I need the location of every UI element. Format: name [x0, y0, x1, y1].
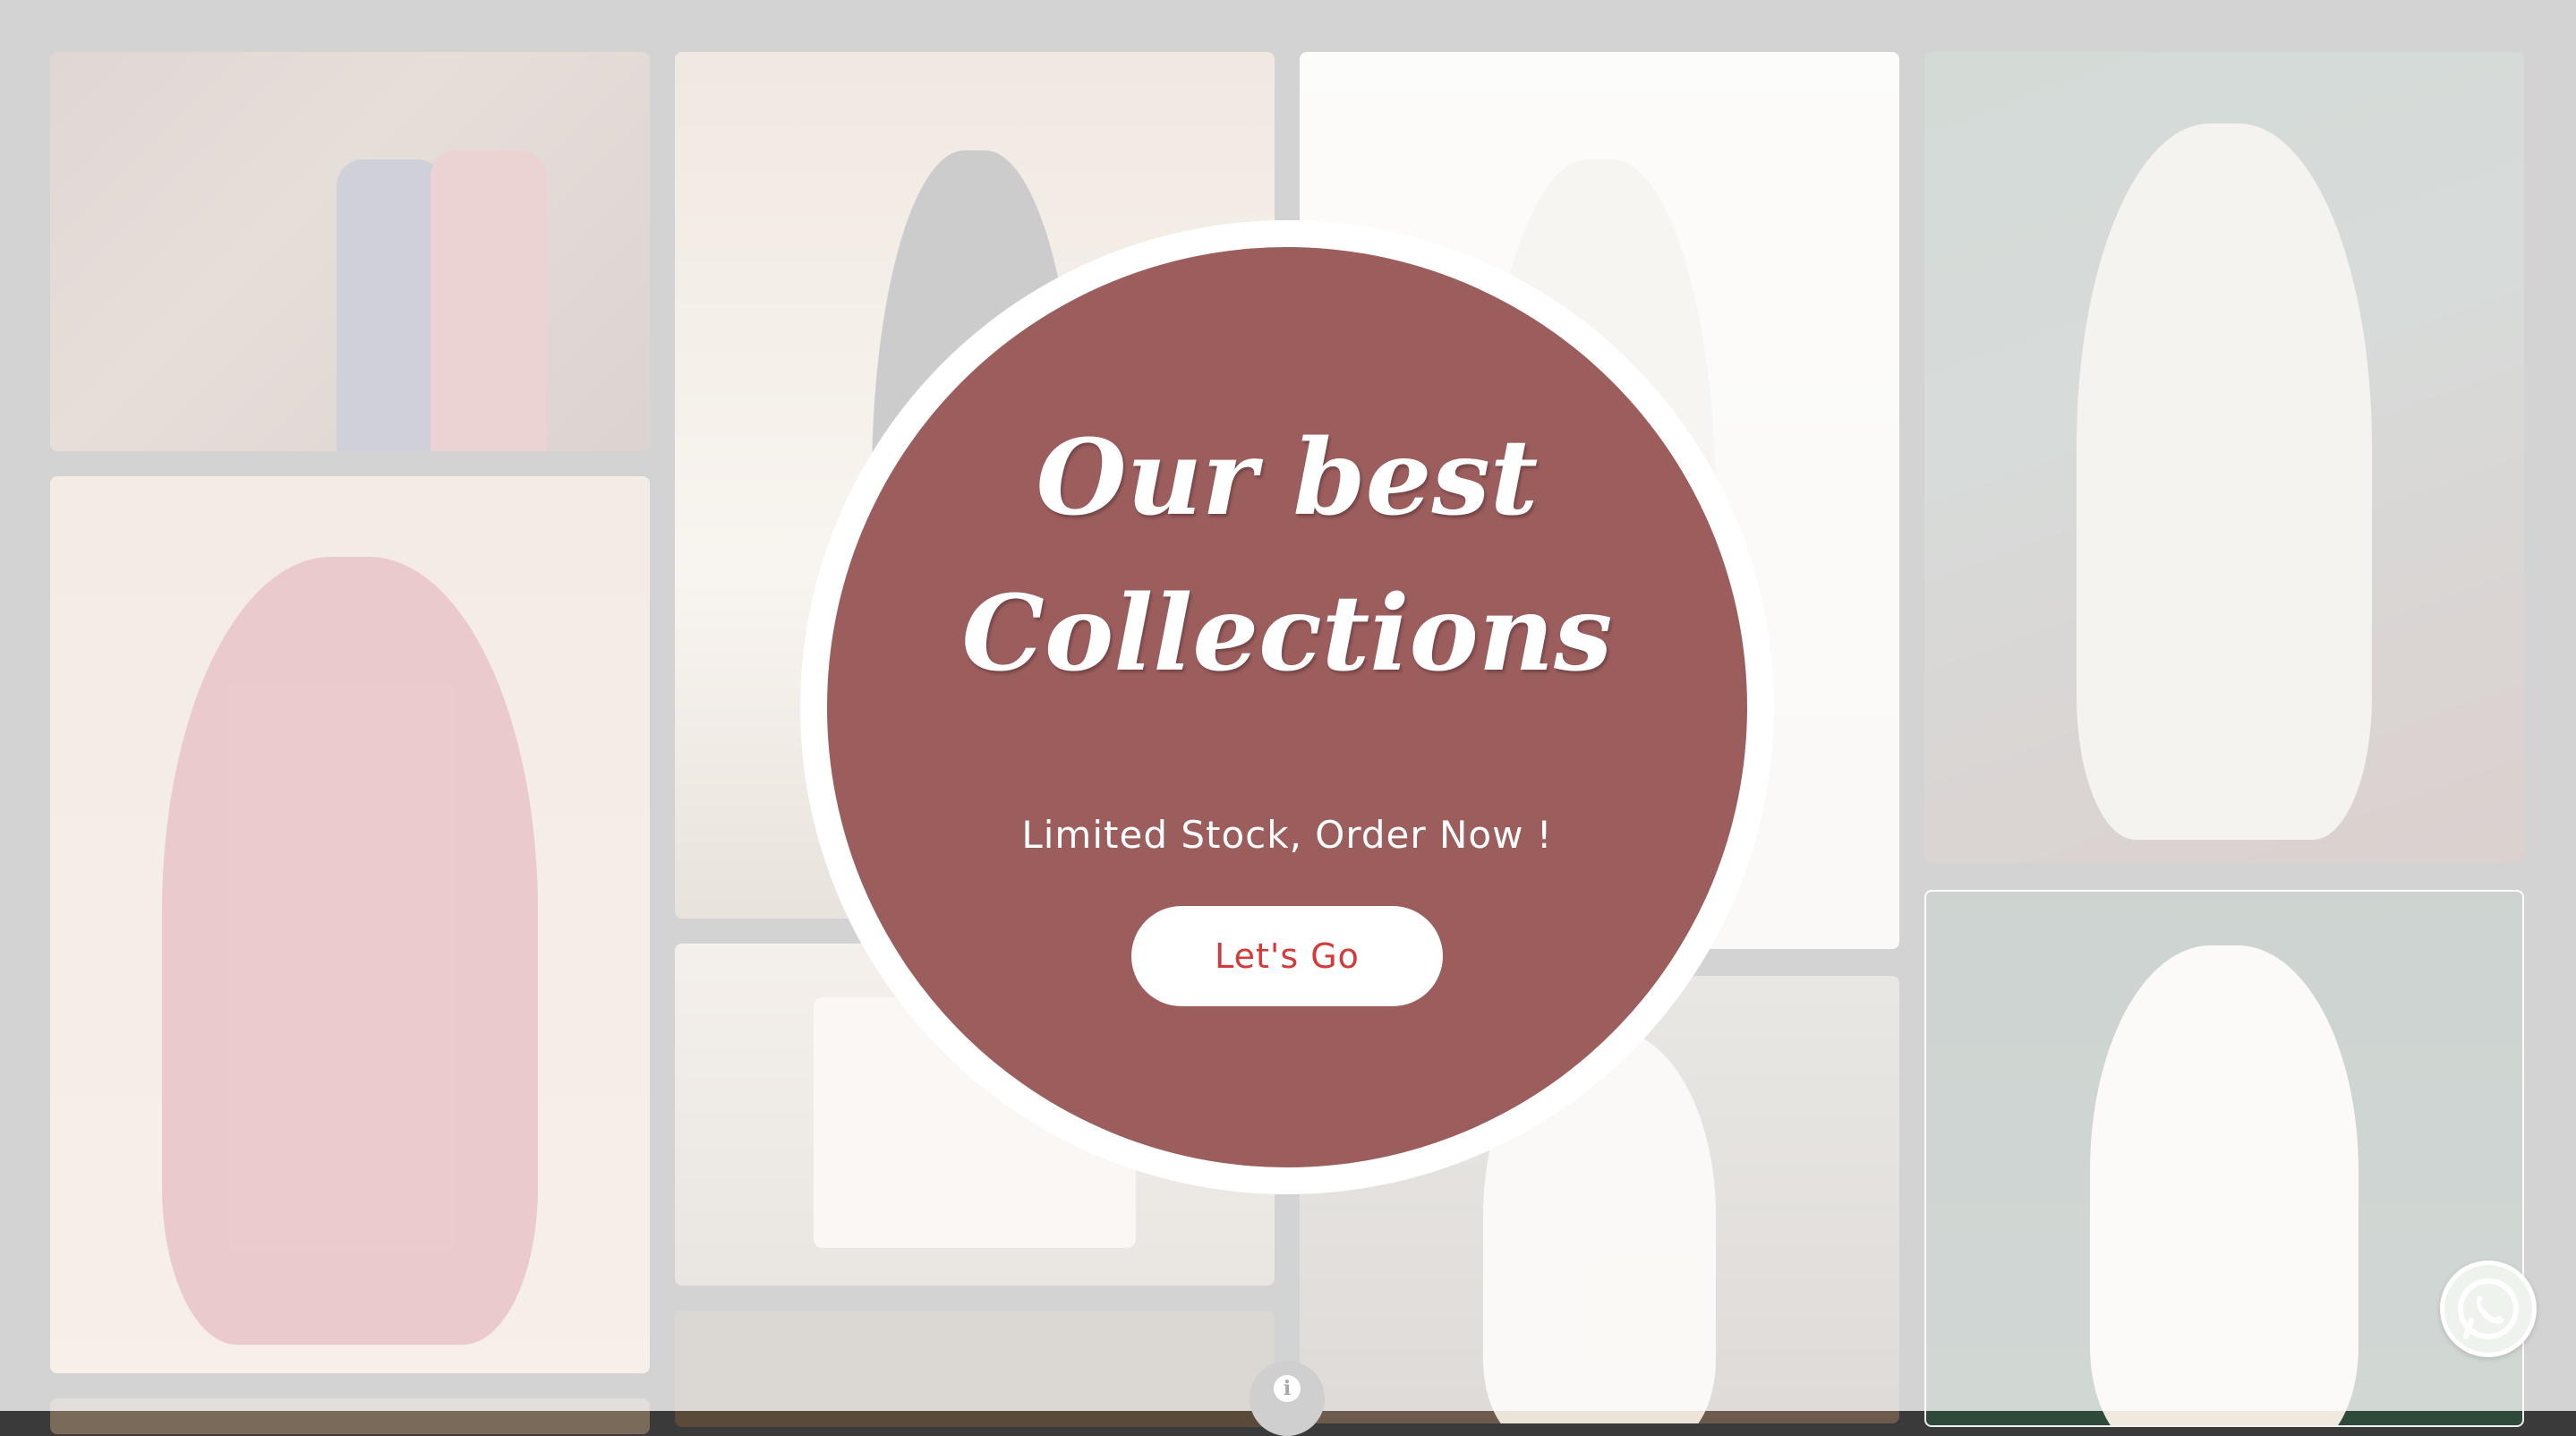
lets-go-button[interactable]: Let's Go — [1131, 906, 1443, 1006]
popup-title-line1: Our best — [1036, 417, 1539, 539]
whatsapp-button[interactable] — [2440, 1261, 2537, 1357]
info-button[interactable]: i — [1250, 1361, 1325, 1436]
popup-subtitle: Limited Stock, Order Now ! — [1021, 813, 1553, 857]
info-icon: i — [1274, 1375, 1301, 1402]
popup-title-line2: Collections — [961, 573, 1613, 695]
promo-popup — [827, 247, 1747, 1167]
whatsapp-icon — [2458, 1278, 2519, 1339]
